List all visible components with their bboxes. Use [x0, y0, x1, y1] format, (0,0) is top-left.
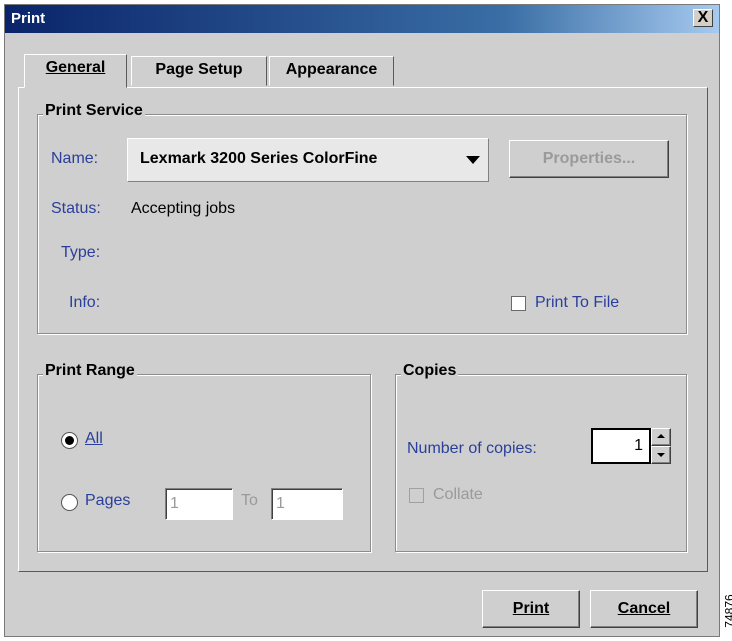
chevron-down-icon — [466, 156, 480, 164]
pages-to-field[interactable]: 1 — [271, 488, 343, 520]
print-to-file-label: Print To File — [535, 294, 620, 311]
printer-select[interactable]: Lexmark 3200 Series ColorFine — [127, 138, 489, 182]
print-button-label: Print — [512, 600, 550, 617]
tab-general-label: General — [45, 59, 106, 76]
radio-selected-dot — [65, 436, 74, 445]
pages-from-field[interactable]: 1 — [165, 488, 233, 520]
info-label: Info: — [69, 294, 101, 311]
title-bar[interactable]: Print X — [5, 5, 719, 33]
properties-button-label: Properties... — [542, 150, 636, 167]
pages-label: Pages — [85, 492, 131, 509]
pages-to-label: To — [241, 492, 258, 509]
properties-button[interactable]: Properties... — [509, 140, 669, 178]
general-tab-panel: Print Service Name: Lexmark 3200 Series … — [18, 87, 708, 572]
type-label: Type: — [61, 244, 101, 261]
copies-increment-button[interactable] — [651, 428, 671, 446]
copies-spinner-input[interactable]: 1 — [591, 428, 651, 464]
pages-from-value: 1 — [170, 495, 179, 512]
number-of-copies-label: Number of copies: — [407, 440, 537, 457]
tab-page-setup[interactable]: Page Setup — [131, 56, 267, 86]
tab-general[interactable]: General — [24, 54, 127, 88]
all-radio[interactable] — [61, 432, 78, 449]
cancel-button-label: Cancel — [617, 600, 671, 617]
pages-to-value: 1 — [276, 495, 285, 512]
collate-checkbox[interactable] — [409, 488, 424, 503]
arrow-down-icon — [657, 453, 665, 457]
cancel-button[interactable]: Cancel — [590, 590, 698, 628]
name-label: Name: — [51, 150, 99, 167]
close-button[interactable]: X — [693, 9, 713, 27]
all-label: All — [85, 430, 103, 447]
window-title: Print — [11, 10, 46, 27]
close-icon: X — [697, 9, 709, 26]
tab-appearance-label: Appearance — [285, 61, 378, 78]
print-button[interactable]: Print — [482, 590, 580, 628]
print-service-legend: Print Service — [43, 102, 145, 120]
status-label: Status: — [51, 200, 101, 217]
copies-legend: Copies — [401, 362, 459, 380]
print-to-file-checkbox[interactable] — [511, 296, 526, 311]
tab-appearance[interactable]: Appearance — [269, 56, 394, 86]
print-range-group — [37, 374, 371, 552]
collate-label: Collate — [433, 486, 483, 503]
copies-value: 1 — [634, 437, 643, 454]
status-value: Accepting jobs — [131, 200, 236, 217]
arrow-up-icon — [657, 434, 665, 438]
pages-radio[interactable] — [61, 494, 78, 511]
copies-decrement-button[interactable] — [651, 446, 671, 464]
tab-page-setup-label: Page Setup — [155, 61, 243, 78]
print-range-legend: Print Range — [43, 362, 137, 380]
figure-id: 74876 — [722, 594, 732, 628]
printer-select-value: Lexmark 3200 Series ColorFine — [140, 150, 378, 167]
